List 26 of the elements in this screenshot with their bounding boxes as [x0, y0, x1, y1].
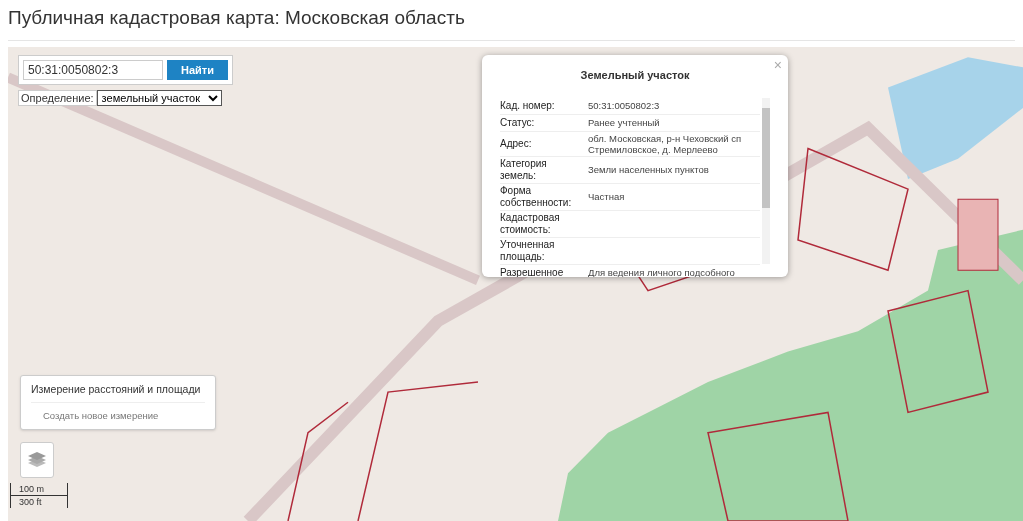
scrollbar[interactable] [762, 97, 770, 264]
search-field[interactable]: 50:31:0050802:3 [23, 60, 163, 80]
field-label: Уточненная площадь: [500, 238, 556, 263]
field-value: Земли населенных пунктов [588, 164, 710, 175]
measure-title: Измерение расстояний и площади [31, 382, 205, 403]
scale-bar: 300 ft [10, 496, 68, 508]
field-value: Частная [588, 191, 626, 202]
definition-label: Определение: [18, 90, 97, 106]
field-label: Категория земель: [500, 157, 548, 182]
popup-title: Земельный участок [579, 68, 691, 83]
layers-icon [27, 451, 47, 469]
definition-dropdown[interactable]: земельный участок [96, 90, 222, 106]
field-label: Кад. номер: [500, 99, 556, 112]
field-value: 50:31:0050802:3 [588, 100, 661, 111]
field-label: Кадастровая стоимость: [500, 211, 561, 236]
field-label: Форма собственности: [500, 184, 573, 209]
layers-button[interactable] [20, 442, 54, 478]
find-button[interactable]: Найти [167, 60, 228, 80]
scale-bar: 100 m [10, 483, 68, 496]
field-label: Адрес: [500, 137, 533, 150]
field-label: Статус: [500, 116, 536, 129]
new-measurement-link[interactable]: Создать новое измерение [31, 403, 205, 424]
field-label: Разрешенное [500, 266, 565, 277]
page-title: Публичная кадастровая карта: Московская область [7, 6, 466, 30]
field-value: обл. Московская, р-н Чеховский сп Стремиловское, д. Мерлеево [588, 132, 743, 155]
field-value: Ранее учтенный [588, 117, 661, 128]
